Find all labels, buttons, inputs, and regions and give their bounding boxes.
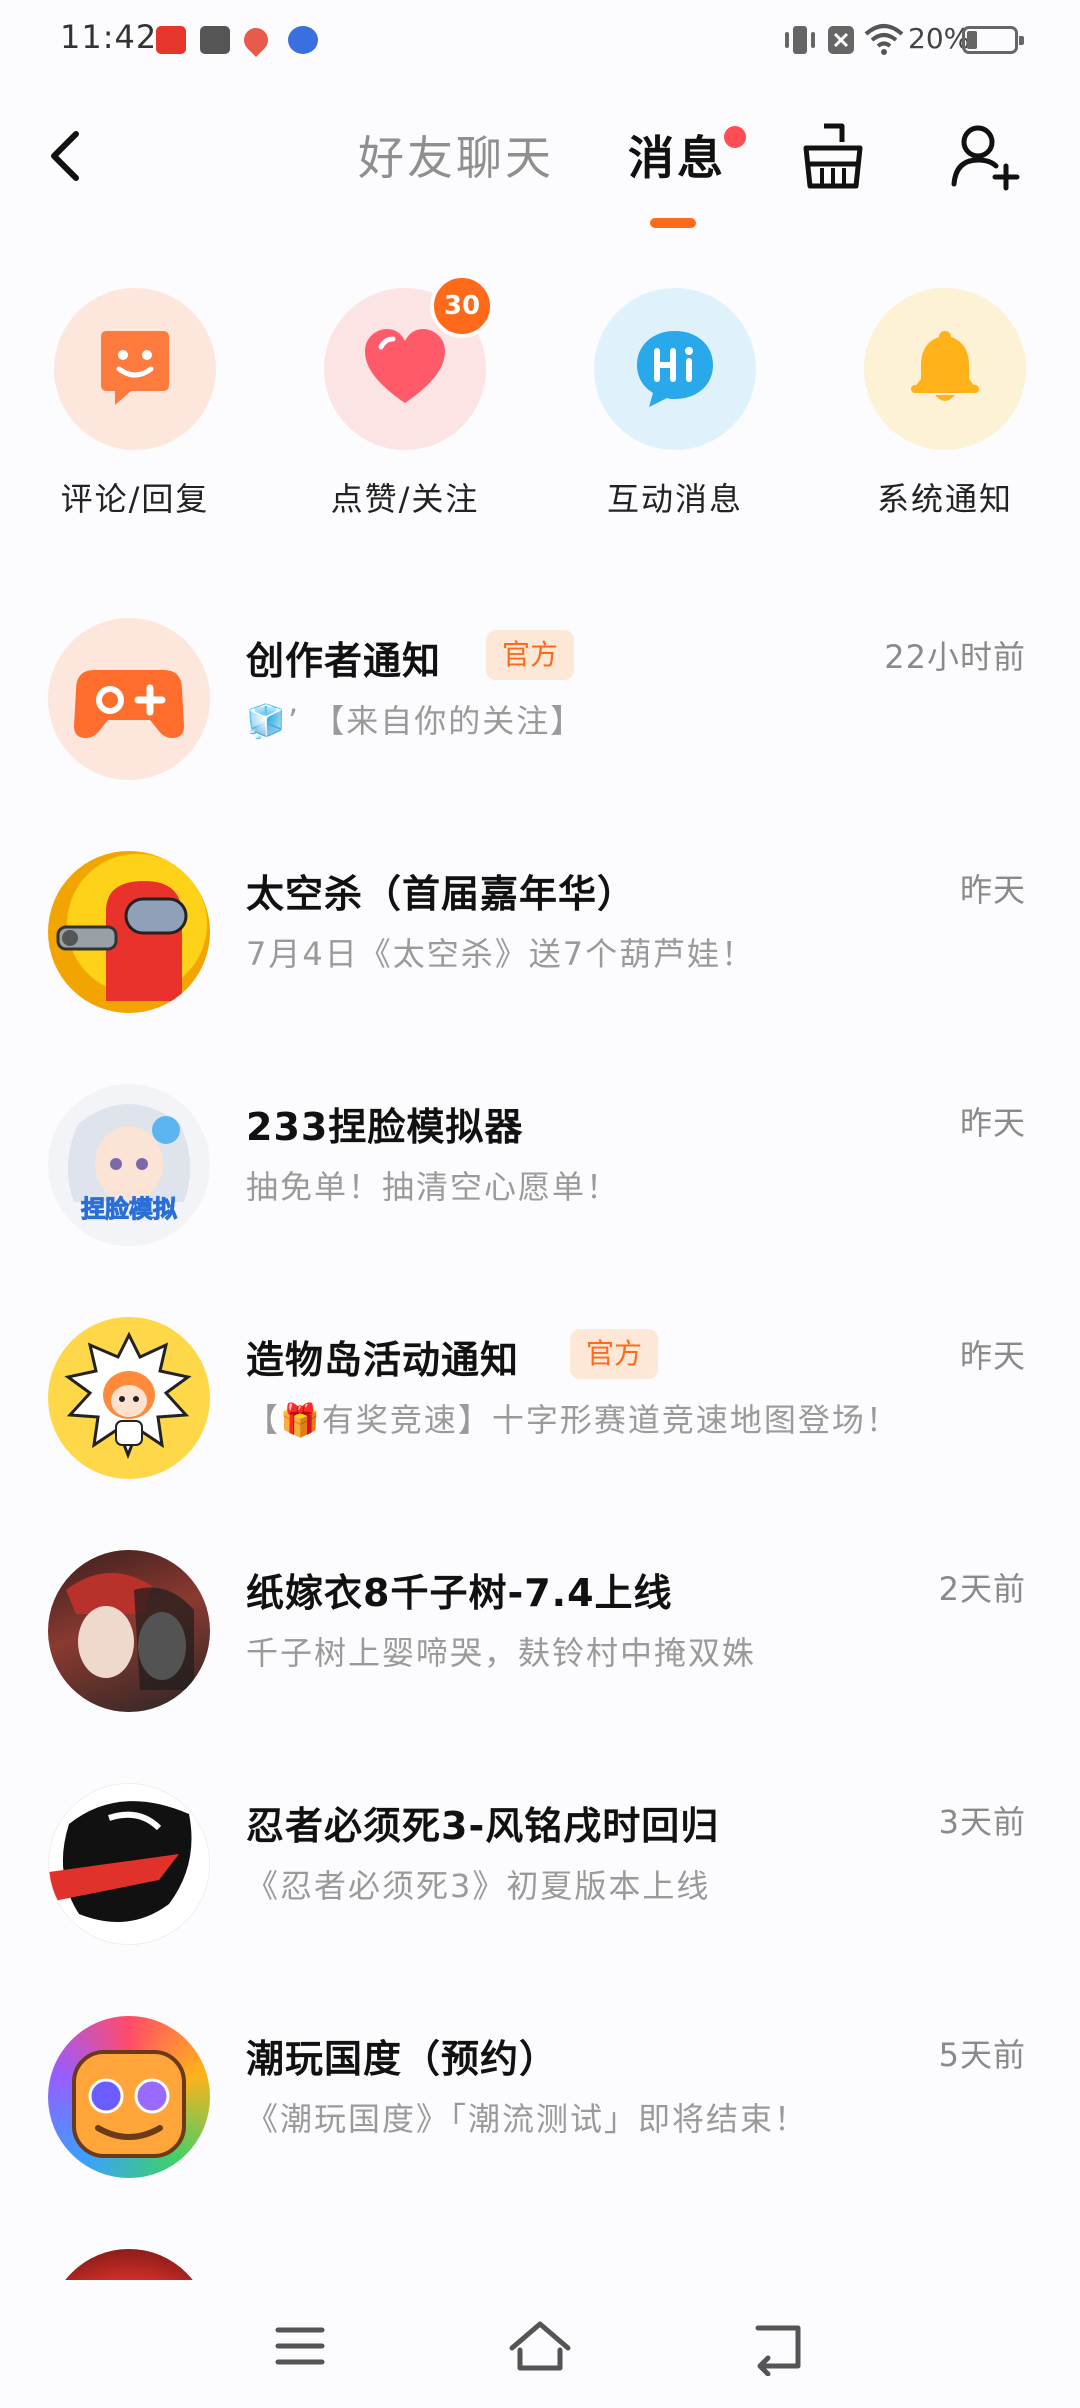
recent-apps-button[interactable] — [260, 2316, 340, 2376]
active-tab-indicator — [650, 218, 696, 228]
category-icon-bg — [54, 288, 216, 450]
comment-smile-icon — [101, 331, 169, 405]
message-item-creation-island[interactable]: 造物岛活动通知 官方 【🎁有奖竞速】十字形赛道竞速地图登场！ 昨天 — [0, 1317, 1080, 1550]
message-time: 昨天 — [959, 1104, 1026, 1142]
category-label: 系统通知 — [876, 480, 1013, 518]
menu-icon — [275, 2327, 325, 2365]
message-preview: 7月4日《太空杀》送7个葫芦娃！ — [246, 935, 756, 973]
category-label: 互动消息 — [606, 480, 743, 518]
vibrate-icon — [785, 26, 815, 54]
category-interactions[interactable]: 互动消息 — [594, 288, 756, 518]
battery-percent: 20% — [908, 22, 971, 55]
clear-messages-button[interactable] — [798, 120, 868, 192]
message-item-creator-notice[interactable]: 创作者通知 官方 🧊’ 【来自你的关注】 22小时前 — [0, 618, 1080, 851]
paper-bride-avatar — [66, 1572, 194, 1690]
category-comments[interactable]: 评论/回复 — [54, 288, 216, 518]
category-label: 评论/回复 — [60, 480, 210, 518]
message-title: 纸嫁衣8千子树-7.4上线 — [246, 1571, 673, 1615]
category-system-notices[interactable]: 系统通知 — [864, 288, 1026, 518]
creation-island-avatar — [64, 1331, 192, 1460]
category-icon-bg — [864, 288, 1026, 450]
add-user-icon — [951, 125, 1020, 191]
system-back-button[interactable] — [740, 2316, 820, 2377]
message-item-face-simulator[interactable]: 捏脸模拟 233捏脸模拟器 抽免单！抽清空心愿单！ 昨天 — [0, 1084, 1080, 1317]
message-title: 潮玩国度（预约） — [246, 2037, 559, 2081]
ninja-avatar — [49, 1784, 209, 1944]
message-time: 昨天 — [959, 1337, 1026, 1375]
message-item-ninja[interactable]: 忍者必须死3-风铭戌时回归 《忍者必须死3》初夏版本上线 3天前 — [0, 1783, 1080, 2016]
avatar — [48, 618, 210, 780]
home-icon — [509, 2321, 571, 2371]
message-time: 5天前 — [938, 2036, 1026, 2074]
message-title: 太空杀（首届嘉年华） — [246, 872, 637, 916]
message-preview: 《忍者必须死3》初夏版本上线 — [246, 1867, 711, 1905]
heart-icon — [365, 329, 445, 403]
status-time: 11:42 — [60, 18, 158, 56]
gamepad-plus-icon — [74, 670, 184, 738]
message-title: 233捏脸模拟器 — [246, 1105, 524, 1149]
message-title: 造物岛活动通知 — [246, 1338, 520, 1382]
message-item-partial[interactable] — [48, 2249, 210, 2280]
message-time: 2天前 — [938, 1570, 1026, 1608]
trendy-kingdom-avatar — [72, 2050, 186, 2158]
message-time: 22小时前 — [884, 638, 1026, 676]
status-bar: 11:42 20% — [0, 0, 1080, 80]
category-icon-bg: 30 — [324, 274, 494, 450]
tab-friends-chat[interactable]: 好友聊天 — [358, 122, 554, 188]
message-preview: 《潮玩国度》「潮流测试」即将结束！ — [246, 2100, 809, 2138]
baidu-icon — [288, 26, 318, 54]
message-preview: 千子树上婴啼哭，麸铃村中掩双姝 — [246, 1634, 757, 1672]
message-item-space-kill[interactable]: 太空杀（首届嘉年华） 7月4日《太空杀》送7个葫芦娃！ 昨天 — [0, 851, 1080, 1084]
no-sim-icon — [828, 26, 854, 54]
book-icon — [200, 26, 230, 54]
add-friend-button[interactable] — [950, 120, 1022, 192]
message-title: 创作者通知 — [246, 639, 442, 683]
official-badge: 官方 — [486, 630, 575, 680]
map-pin-icon — [239, 23, 273, 57]
hi-chat-icon — [637, 331, 713, 407]
home-button[interactable] — [500, 2316, 580, 2376]
chevron-left-icon — [51, 131, 79, 181]
category-label: 点赞/关注 — [330, 480, 480, 518]
wifi-icon — [864, 24, 904, 55]
tab-messages[interactable]: 消息 — [628, 122, 726, 188]
avatar — [48, 1783, 210, 1945]
space-kill-avatar — [56, 881, 188, 1001]
avatar — [48, 2016, 210, 2178]
unread-dot — [724, 126, 746, 148]
message-title: 忍者必须死3-风铭戌时回归 — [246, 1804, 720, 1848]
message-preview: 🧊’ 【来自你的关注】 — [246, 702, 585, 740]
bell-icon — [911, 331, 979, 401]
message-item-trendy-kingdom[interactable]: 潮玩国度（预约） 《潮玩国度》「潮流测试」即将结束！ 5天前 — [0, 2016, 1080, 2249]
avatar-caption: 捏脸模拟 — [81, 1195, 178, 1224]
message-time: 昨天 — [959, 871, 1026, 909]
category-icon-bg — [594, 288, 756, 450]
avatar — [48, 1317, 210, 1479]
official-badge: 官方 — [570, 1329, 659, 1379]
message-time: 3天前 — [938, 1803, 1026, 1841]
likes-count-badge: 30 — [430, 274, 494, 338]
avatar: 捏脸模拟 — [48, 1084, 210, 1246]
avatar — [48, 1550, 210, 1712]
message-preview: 【🎁有奖竞速】十字形赛道竞速地图登场！ — [246, 1401, 900, 1439]
message-item-paper-bride[interactable]: 纸嫁衣8千子树-7.4上线 千子树上婴啼哭，麸铃村中掩双姝 2天前 — [0, 1550, 1080, 1783]
avatar — [48, 2249, 210, 2280]
battery-icon — [962, 26, 1024, 54]
back-arrow-icon — [755, 2325, 801, 2377]
message-preview: 抽免单！抽清空心愿单！ — [246, 1168, 621, 1206]
broom-icon — [803, 123, 863, 189]
toutiao-icon — [156, 26, 186, 54]
avatar — [48, 851, 210, 1013]
category-likes[interactable]: 30 点赞/关注 — [324, 274, 494, 518]
back-button[interactable] — [38, 120, 98, 190]
